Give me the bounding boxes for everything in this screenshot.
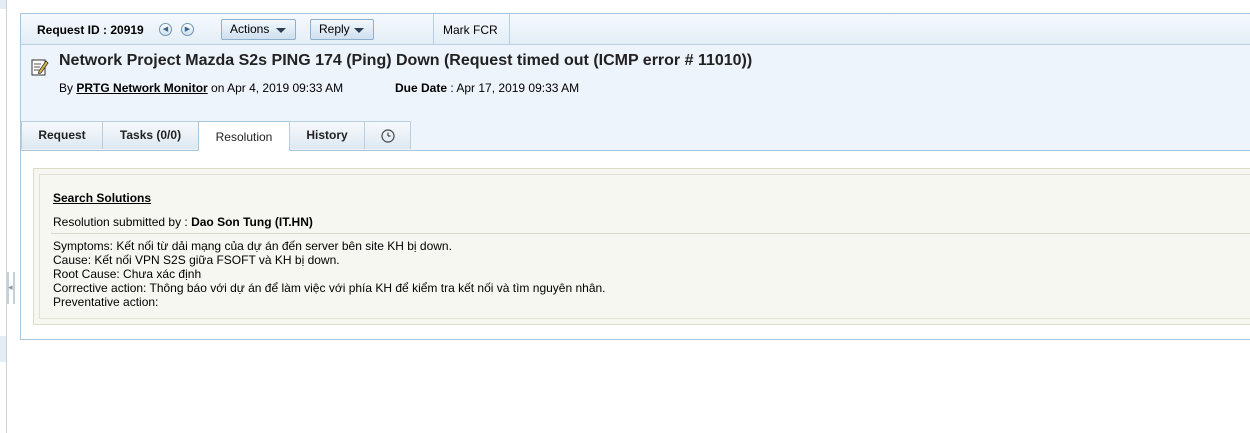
mark-fcr-button[interactable]: Mark FCR	[443, 23, 498, 37]
due-date-value: : Apr 17, 2019 09:33 AM	[450, 81, 580, 95]
resolution-text: Symptoms: Kết nối từ dải mạng của dự án …	[53, 239, 606, 309]
request-title: Network Project Mazda S2s PING 174 (Ping…	[59, 52, 753, 69]
resolution-line-cause: Cause: Kết nối VPN S2S giữa FSOFT và KH …	[53, 253, 340, 267]
due-date-label: Due Date	[395, 81, 448, 95]
request-id: Request ID : 20919	[37, 23, 144, 37]
created-date: on Apr 4, 2019 09:33 AM	[211, 81, 344, 95]
tab-time[interactable]	[364, 121, 411, 149]
request-header: Network Project Mazda S2s PING 174 (Ping…	[21, 45, 1250, 121]
chevron-down-icon	[276, 28, 286, 33]
tab-history[interactable]: History	[289, 121, 365, 149]
due-date: Due Date : Apr 17, 2019 09:33 AM	[395, 81, 579, 95]
by-prefix: By	[59, 81, 74, 95]
panel-splitter-handle[interactable]: ◂	[7, 272, 16, 304]
reply-button-label: Reply	[319, 22, 350, 36]
request-toolbar: Request ID : 20919 ◀ ▶ Actions Reply Mar…	[21, 14, 1250, 45]
resolution-line-corrective-action: Corrective action: Thông báo với dự án đ…	[53, 281, 606, 295]
splitter-bar	[13, 272, 15, 304]
request-author-line: By PRTG Network Monitor on Apr 4, 2019 0…	[59, 81, 343, 95]
submitter-name: Dao Son Tung (IT.HN)	[191, 215, 313, 229]
actions-button[interactable]: Actions	[221, 19, 296, 40]
toolbar-divider	[433, 14, 434, 44]
left-edge-segment	[0, 0, 6, 9]
prev-circle-icon[interactable]: ◀	[159, 23, 172, 36]
clock-icon	[381, 129, 395, 143]
submitted-prefix: Resolution submitted by :	[53, 215, 188, 229]
left-edge-strip	[0, 0, 7, 433]
resolution-line-preventative-action: Preventative action:	[53, 295, 159, 309]
left-edge-segment	[0, 336, 6, 362]
next-circle-icon[interactable]: ▶	[181, 23, 194, 36]
author-link[interactable]: PRTG Network Monitor	[76, 81, 207, 95]
toolbar-divider	[509, 14, 510, 44]
tab-tasks[interactable]: Tasks (0/0)	[102, 121, 199, 149]
chevron-down-icon	[354, 28, 364, 33]
resolution-line-symptoms: Symptoms: Kết nối từ dải mạng của dự án …	[53, 239, 452, 253]
actions-button-label: Actions	[230, 22, 270, 36]
reply-button[interactable]: Reply	[310, 19, 374, 40]
edit-document-icon	[31, 59, 49, 76]
tab-request[interactable]: Request	[21, 121, 103, 149]
resolution-line-root-cause: Root Cause: Chưa xác định	[53, 267, 202, 281]
collapse-left-icon: ◂	[8, 282, 13, 292]
resolution-submitted-by: Resolution submitted by : Dao Son Tung (…	[53, 215, 313, 229]
request-panel: Request ID : 20919 ◀ ▶ Actions Reply Mar…	[20, 13, 1250, 340]
resolution-panel: Search Solutions Resolution submitted by…	[39, 174, 1250, 319]
resolution-divider	[51, 233, 1250, 234]
request-tabs: Request Tasks (0/0) Resolution History	[21, 121, 1250, 151]
search-solutions-link[interactable]: Search Solutions	[53, 191, 151, 205]
resolution-container: Search Solutions Resolution submitted by…	[33, 168, 1250, 325]
tab-resolution[interactable]: Resolution	[198, 121, 290, 151]
